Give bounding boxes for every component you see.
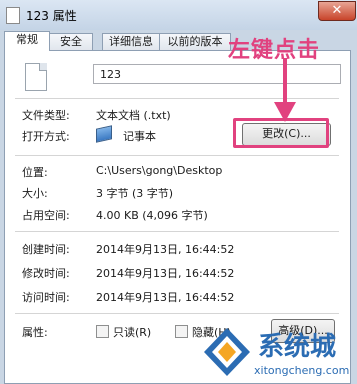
tab-general[interactable]: 常规 <box>4 31 50 51</box>
size-value: 3 字节 (3 字节) <box>96 187 174 200</box>
tab-previous-versions[interactable]: 以前的版本 <box>159 33 231 50</box>
document-icon <box>25 63 47 91</box>
tab-details[interactable]: 详细信息 <box>102 33 160 50</box>
location-label: 位置: <box>22 166 48 179</box>
disk-size-value: 4.00 KB (4,096 字节) <box>96 209 208 222</box>
close-button[interactable]: ✕ <box>318 1 356 21</box>
modified-label: 修改时间: <box>22 267 70 280</box>
open-with-value: 记事本 <box>123 130 156 143</box>
accessed-label: 访问时间: <box>22 291 70 304</box>
divider <box>15 313 339 314</box>
watermark-brand: 系统城 <box>258 332 337 362</box>
attributes-label: 属性: <box>22 326 48 339</box>
file-name-input[interactable]: 123 <box>93 64 341 84</box>
hidden-checkbox[interactable] <box>175 325 188 338</box>
size-label: 大小: <box>22 187 48 200</box>
file-icon <box>6 7 20 24</box>
tab-security[interactable]: 安全 <box>49 33 93 50</box>
disk-size-label: 占用空间: <box>22 209 70 222</box>
type-value: 文本文档 (.txt) <box>96 109 171 122</box>
divider <box>15 155 339 156</box>
created-label: 创建时间: <box>22 243 70 256</box>
location-value: C:\Users\gong\Desktop <box>96 164 223 177</box>
created-value: 2014年9月13日, 16:44:52 <box>96 243 235 256</box>
readonly-label[interactable]: 只读(R) <box>113 324 151 340</box>
window-title: 123 属性 <box>26 9 77 23</box>
title-bar: 123 属性 ✕ <box>0 0 357 30</box>
watermark-site: xitongcheng.com <box>254 364 350 377</box>
readonly-checkbox[interactable] <box>96 325 109 338</box>
modified-value: 2014年9月13日, 16:44:52 <box>96 267 235 280</box>
type-label: 文件类型: <box>22 109 70 122</box>
divider <box>15 231 339 232</box>
notepad-icon <box>96 125 112 143</box>
arrow-down-icon <box>274 58 296 122</box>
watermark: 系统城 xitongcheng.com <box>202 320 357 383</box>
open-with-label: 打开方式: <box>22 130 70 143</box>
logo-icon <box>204 328 250 376</box>
accessed-value: 2014年9月13日, 16:44:52 <box>96 291 235 304</box>
